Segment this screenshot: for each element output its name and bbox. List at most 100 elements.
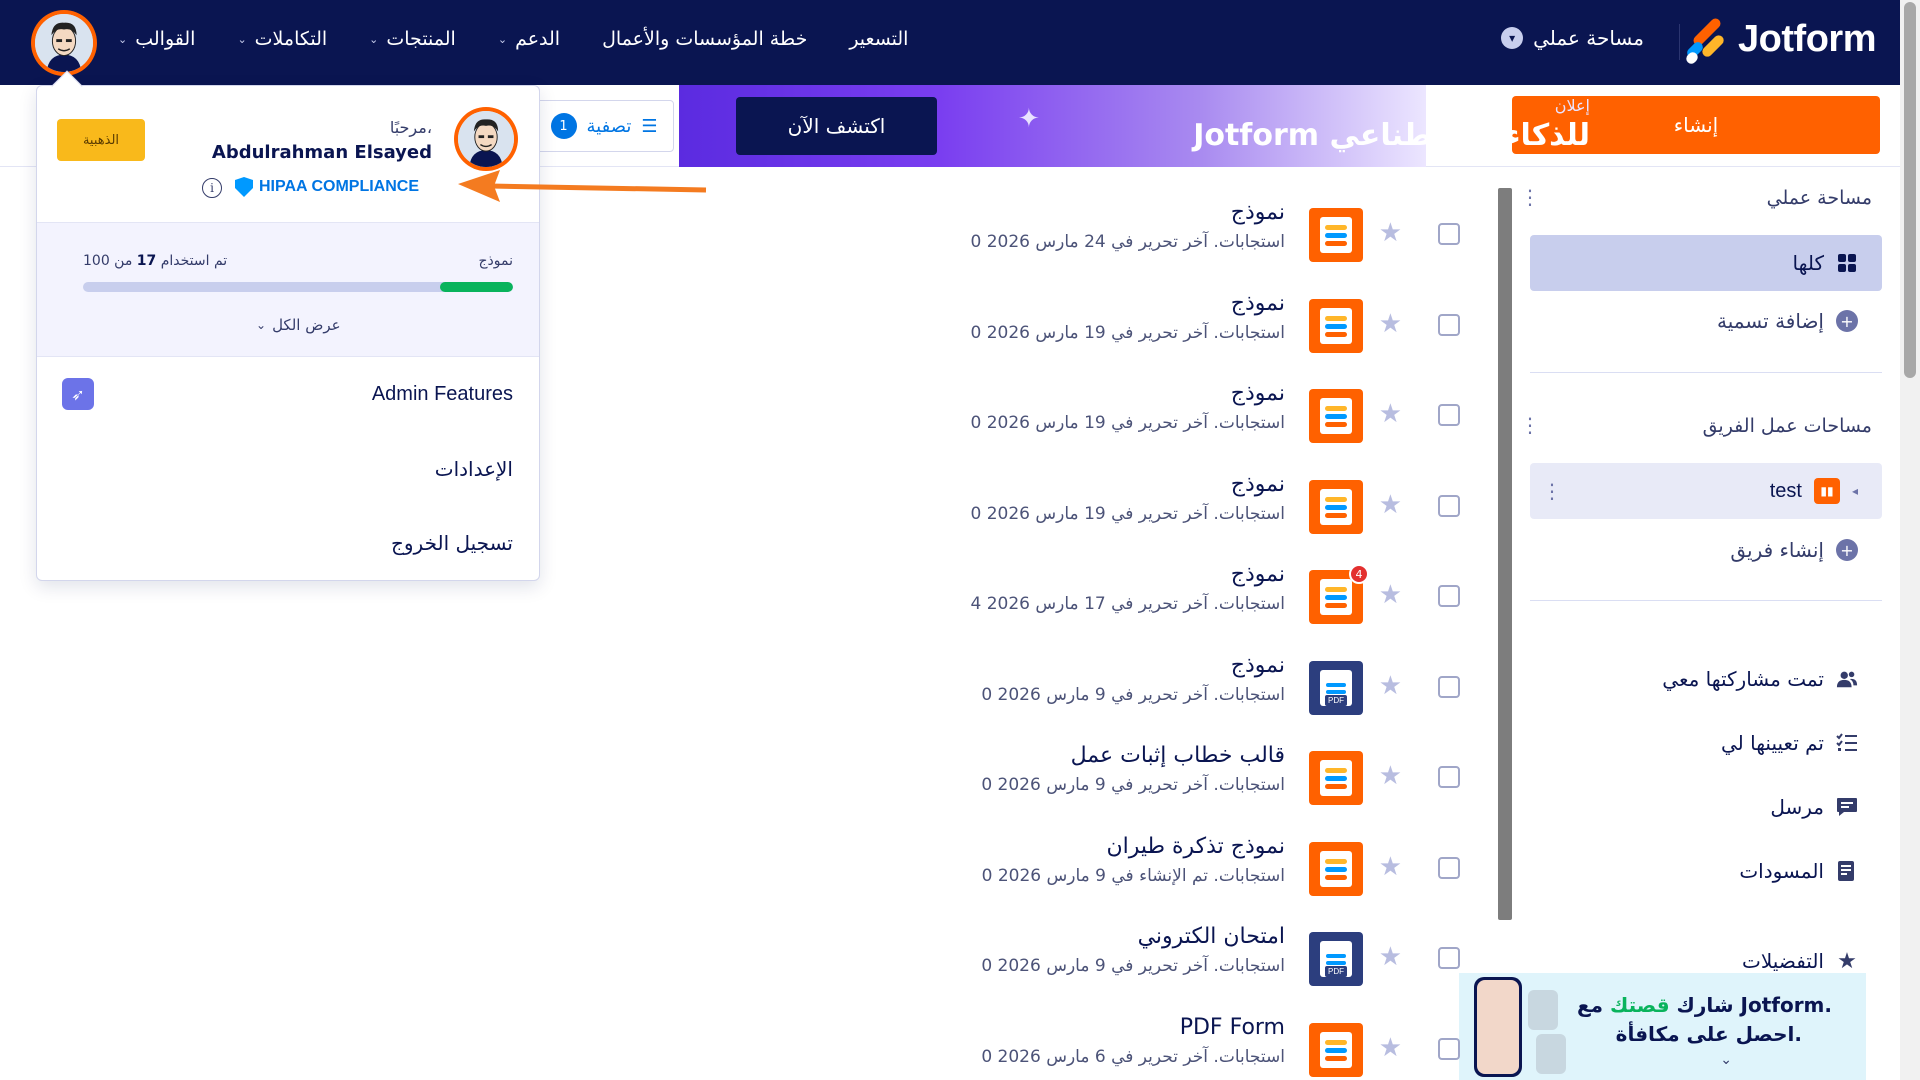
nav-products[interactable]: المنتجات ⌄ (369, 28, 456, 50)
star-icon[interactable]: ★ (1379, 1033, 1402, 1063)
form-row[interactable]: ★ PDF نموذج 0 استجابات. آخر تحرير في 9 مارس… (900, 651, 1460, 741)
chevron-down-icon[interactable]: ⌄ (1720, 1052, 1732, 1068)
row-checkbox[interactable] (1438, 223, 1460, 245)
sidebar-item-label: كلها (1792, 251, 1824, 275)
form-title[interactable]: نموذج (1231, 472, 1285, 497)
plan-badge[interactable]: الذهبية (57, 119, 145, 161)
hipaa-compliance-link[interactable]: HIPAA COMPLIANCE (235, 177, 419, 197)
ad-label: إعلان (1554, 96, 1590, 115)
form-row[interactable]: ★ نموذج 0 استجابات. آخر تحرير في 19 مارس 2… (900, 379, 1460, 469)
menu-admin-features[interactable]: Admin Features (372, 383, 513, 406)
nav-pricing[interactable]: التسعير (849, 28, 908, 50)
row-checkbox[interactable] (1438, 404, 1460, 426)
info-icon[interactable]: i (202, 178, 222, 198)
user-name: Abdulrahman Elsayed (211, 142, 432, 163)
row-checkbox[interactable] (1438, 585, 1460, 607)
video-thumbnail (1528, 990, 1558, 1030)
more-options-icon[interactable]: ⋮ (1520, 413, 1540, 437)
form-meta: 0 استجابات. آخر تحرير في 24 مارس 2026 (970, 232, 1286, 252)
star-icon[interactable]: ★ (1379, 671, 1402, 701)
row-checkbox[interactable] (1438, 1038, 1460, 1060)
nav-enterprise[interactable]: خطة المؤسسات والأعمال (602, 28, 807, 50)
more-options-icon[interactable]: ⋮ (1520, 185, 1540, 209)
sidebar-item-drafts[interactable]: المسودات (1530, 843, 1882, 899)
row-checkbox[interactable] (1438, 495, 1460, 517)
row-checkbox[interactable] (1438, 314, 1460, 336)
form-title[interactable]: نموذج تذكرة طيران (1106, 834, 1285, 859)
row-checkbox[interactable] (1438, 947, 1460, 969)
usage-label: نموذج (478, 253, 514, 269)
star-icon[interactable]: ★ (1379, 942, 1402, 972)
rocket-icon: ➶ (62, 378, 94, 410)
star-icon[interactable]: ★ (1379, 852, 1402, 882)
chevron-down-icon: ⌄ (369, 32, 379, 46)
sidebar-scrollbar[interactable] (1498, 188, 1512, 920)
create-team-button[interactable]: + إنشاء فريق (1530, 522, 1882, 578)
page-scrollbar-thumb[interactable] (1904, 2, 1916, 378)
form-row[interactable]: ★ PDF امتحان الكتروني 0 استجابات. آخر تحرير… (900, 922, 1460, 1012)
more-options-icon[interactable]: ⋮ (1542, 479, 1562, 503)
form-title[interactable]: نموذج (1231, 200, 1285, 225)
shield-icon (235, 177, 253, 197)
nav-support[interactable]: الدعم ⌄ (498, 28, 560, 50)
sidebar-item-sent[interactable]: مرسل (1530, 779, 1882, 835)
form-title[interactable]: نموذج (1231, 381, 1285, 406)
form-icon (1309, 389, 1363, 443)
form-row[interactable]: ★ قالب خطاب إثبات عمل 0 استجابات. آخر تحري… (900, 741, 1460, 831)
form-title[interactable]: نموذج (1231, 291, 1285, 316)
nav-divider (1679, 24, 1680, 60)
logo-text: Jotform (1738, 18, 1876, 60)
form-title[interactable]: PDF Form (1180, 1015, 1285, 1040)
sidebar-item-shared[interactable]: تمت مشاركتها معي (1530, 651, 1882, 707)
form-row[interactable]: ★ نموذج 0 استجابات. آخر تحرير في 19 مارس 2… (900, 289, 1460, 379)
star-icon[interactable]: ★ (1379, 580, 1402, 610)
menu-logout[interactable]: تسجيل الخروج (391, 531, 513, 555)
star-icon[interactable]: ★ (1379, 399, 1402, 429)
form-title[interactable]: قالب خطاب إثبات عمل (1071, 743, 1285, 768)
view-all-button[interactable]: عرض الكل ⌄ (256, 316, 341, 334)
form-row[interactable]: ★ نموذج 0 استجابات. آخر تحرير في 24 مارس 2… (900, 198, 1460, 288)
form-row[interactable]: ★ 4 نموذج 4 استجابات. آخر تحرير في 17 مارس … (900, 560, 1460, 650)
chevron-down-icon: ⌄ (256, 318, 267, 332)
nav-support-label: الدعم (515, 28, 561, 50)
form-row[interactable]: ★ PDF Form 0 استجابات. آخر تحرير في 6 مارس… (900, 1013, 1460, 1080)
my-workspace-title: مساحة عملي (1766, 187, 1872, 209)
pdf-form-icon: PDF (1309, 661, 1363, 715)
form-title[interactable]: نموذج (1231, 562, 1285, 587)
menu-settings[interactable]: الإعدادات (435, 457, 513, 481)
filter-button[interactable]: ☰ تصفية 1 (534, 100, 674, 152)
hipaa-label: HIPAA COMPLIANCE (259, 178, 419, 195)
workspace-switcher[interactable]: ▾ مساحة عملي (1501, 26, 1644, 50)
row-checkbox[interactable] (1438, 676, 1460, 698)
sidebar-item-team-test[interactable]: ◂ ▮▮ test ⋮ (1530, 463, 1882, 519)
annotation-arrow (458, 170, 707, 202)
discover-now-button[interactable]: اكتشف الآن (736, 97, 937, 155)
star-icon[interactable]: ★ (1379, 490, 1402, 520)
usage-count: تم استخدام 17 من 100 (83, 253, 228, 269)
form-row[interactable]: ★ نموذج 0 استجابات. آخر تحرير في 19 مارس 2… (900, 470, 1460, 560)
chevron-down-icon: ▾ (1501, 27, 1524, 49)
star-icon[interactable]: ★ (1379, 309, 1402, 339)
checklist-icon (1836, 732, 1858, 754)
sidebar-item-assigned[interactable]: تم تعيينها لي (1530, 715, 1882, 771)
plus-icon: + (1836, 310, 1858, 332)
form-title[interactable]: امتحان الكتروني (1138, 924, 1285, 949)
nav-integrations[interactable]: التكاملات ⌄ (237, 28, 327, 50)
team-workspaces-title: مساحات عمل الفريق (1702, 415, 1872, 437)
nav-products-label: المنتجات (386, 28, 456, 50)
user-avatar-button[interactable] (31, 10, 97, 76)
add-label-button[interactable]: + إضافة تسمية (1530, 293, 1882, 349)
star-icon[interactable]: ★ (1379, 761, 1402, 791)
star-icon[interactable]: ★ (1379, 218, 1402, 248)
sidebar-item-all[interactable]: كلها (1530, 235, 1882, 291)
form-icon (1309, 842, 1363, 896)
form-title[interactable]: نموذج (1231, 653, 1285, 678)
row-checkbox[interactable] (1438, 766, 1460, 788)
team-icon: ▮▮ (1813, 478, 1840, 504)
row-checkbox[interactable] (1438, 857, 1460, 879)
new-submissions-badge: 4 (1349, 564, 1369, 584)
nav-templates[interactable]: القوالب ⌄ (118, 28, 195, 50)
form-row[interactable]: ★ نموذج تذكرة طيران 0 استجابات. تم الإنشاء… (900, 832, 1460, 922)
jotform-logo[interactable]: Jotform (1684, 15, 1876, 66)
filter-icon: ☰ (641, 115, 658, 137)
